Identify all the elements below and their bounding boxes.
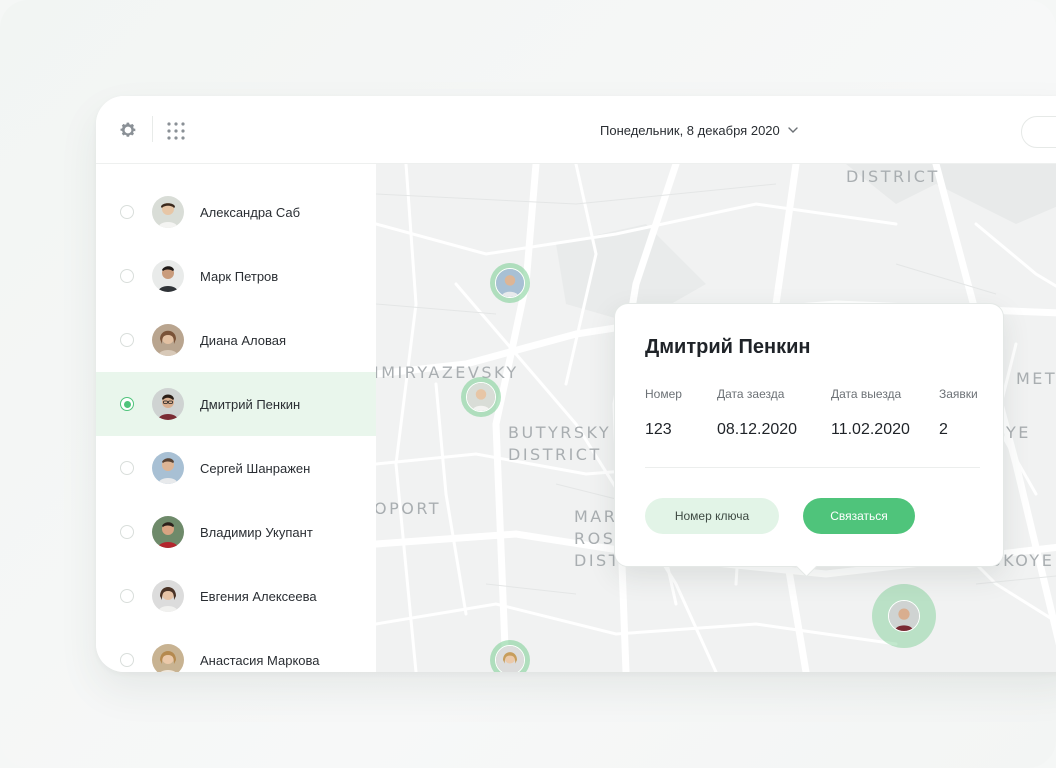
map-label: MET (1016, 369, 1056, 388)
map-label: OPORT (376, 499, 442, 518)
map-marker-selected[interactable] (872, 584, 936, 648)
avatar (152, 516, 184, 548)
chevron-down-icon (788, 126, 798, 133)
avatar (152, 196, 184, 228)
date-label: Понедельник, 8 декабря 2020 (600, 122, 780, 138)
person-name: Владимир Укупант (200, 524, 313, 540)
column-header: Дата выезда (831, 387, 902, 401)
person-name: Дмитрий Пенкин (200, 396, 301, 412)
map-marker[interactable] (490, 640, 530, 672)
column-value: 2 (939, 421, 948, 438)
column-value: 123 (645, 421, 672, 438)
column-header: Номер (645, 387, 682, 401)
column-header: Заявки (939, 387, 978, 401)
column-value: 11.02.2020 (831, 421, 910, 438)
person-name: Александра Саб (200, 204, 301, 220)
radio-button-checked[interactable] (120, 397, 134, 411)
map-label: IMIRYAZEVSKY (376, 363, 519, 382)
column-value: 08.12.2020 (717, 421, 798, 438)
key-number-button[interactable]: Номер ключа (645, 498, 779, 534)
list-item[interactable]: Сергей Шанражен (96, 436, 376, 500)
radio-button[interactable] (120, 653, 134, 667)
radio-button[interactable] (120, 525, 134, 539)
radio-button[interactable] (120, 205, 134, 219)
info-column-checkout: Дата выезда 11.02.2020 (831, 387, 910, 439)
grid-icon[interactable] (166, 121, 186, 141)
guest-info-popup: Дмитрий Пенкин Номер 123 Дата заезда 08.… (614, 303, 1004, 567)
map-label: BUTYRSKY DISTRICT (508, 423, 612, 464)
info-column-requests: Заявки 2 (939, 387, 978, 439)
list-item[interactable]: Анастасия Маркова (96, 628, 376, 672)
list-item-selected[interactable]: Дмитрий Пенкин (96, 372, 376, 436)
map-marker[interactable] (490, 263, 530, 303)
top-bar: Понедельник, 8 декабря 2020 (96, 96, 1056, 164)
avatar (152, 452, 184, 484)
column-header: Дата заезда (717, 387, 785, 401)
list-item[interactable]: Владимир Укупант (96, 500, 376, 564)
list-item[interactable]: Диана Аловая (96, 308, 376, 372)
list-item[interactable]: Марк Петров (96, 244, 376, 308)
list-item[interactable]: Евгения Алексеева (96, 564, 376, 628)
search-pill[interactable] (1021, 116, 1056, 148)
avatar (152, 580, 184, 612)
gear-icon[interactable] (118, 120, 138, 140)
map-marker[interactable] (461, 377, 501, 417)
divider (645, 467, 980, 468)
avatar (152, 644, 184, 672)
radio-button[interactable] (120, 461, 134, 475)
radio-button[interactable] (120, 589, 134, 603)
person-name: Диана Аловая (200, 332, 286, 348)
toolbar-divider (152, 116, 153, 142)
info-column-room: Номер 123 (645, 387, 682, 439)
info-column-checkin: Дата заезда 08.12.2020 (717, 387, 797, 439)
person-name: Марк Петров (200, 268, 279, 284)
contact-button[interactable]: Связаться (803, 498, 915, 534)
avatar (152, 260, 184, 292)
avatar (152, 324, 184, 356)
person-name: Анастасия Маркова (200, 652, 320, 668)
date-selector[interactable]: Понедельник, 8 декабря 2020 (600, 120, 798, 140)
map-label: YE (1006, 423, 1031, 442)
avatar (152, 388, 184, 420)
person-name: Евгения Алексеева (200, 588, 317, 604)
radio-button[interactable] (120, 269, 134, 283)
person-name: Сергей Шанражен (200, 460, 311, 476)
radio-button[interactable] (120, 333, 134, 347)
map-label: DISTRICT (846, 167, 940, 186)
list-item[interactable]: Александра Саб (96, 180, 376, 244)
app-window: Понедельник, 8 декабря 2020 Александра С… (96, 96, 1056, 672)
guest-list: Александра Саб Марк Петров Диана Аловая … (96, 164, 376, 672)
guest-name: Дмитрий Пенкин (645, 336, 811, 358)
